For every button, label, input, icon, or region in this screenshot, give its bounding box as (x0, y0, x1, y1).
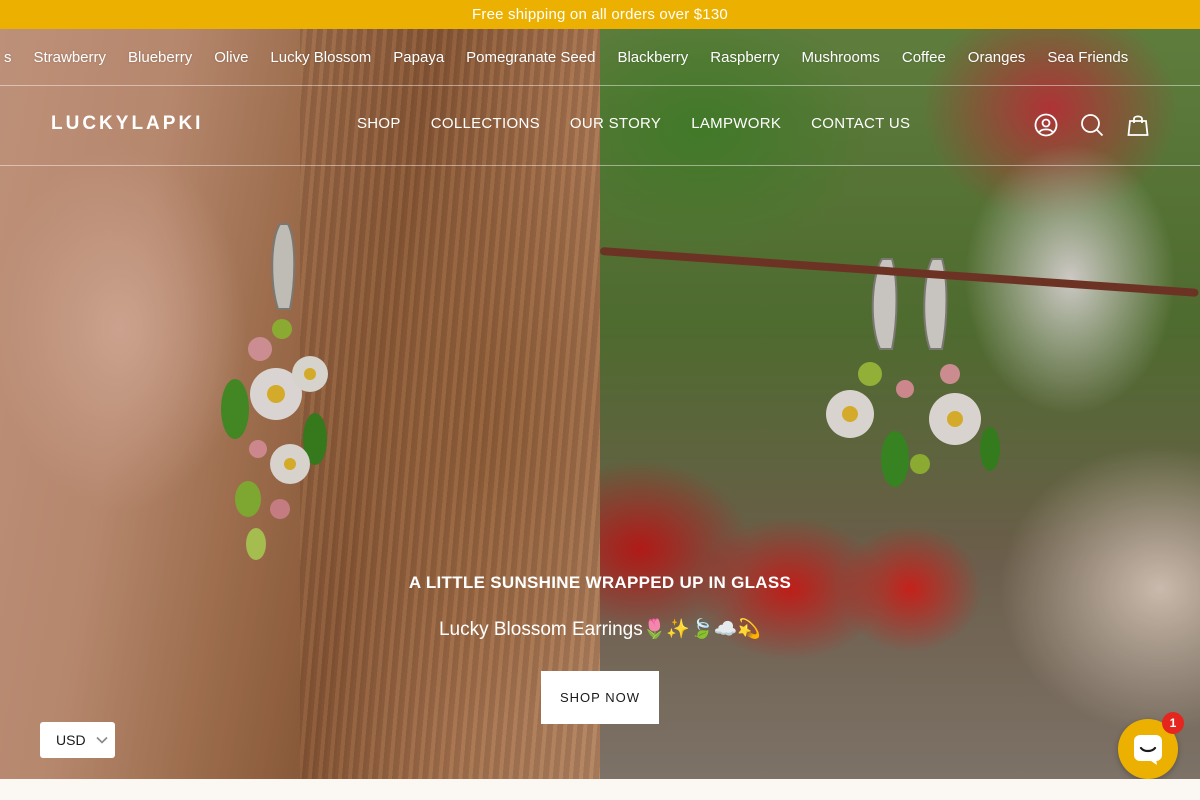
nav-lampwork[interactable]: LAMPWORK (691, 115, 781, 132)
page-section-below (0, 779, 1200, 800)
collection-link-raspberry[interactable]: Raspberry (699, 49, 790, 66)
chat-icon (1134, 735, 1162, 765)
search-icon[interactable] (1080, 113, 1104, 137)
announcement-bar: Free shipping on all orders over $130 (0, 0, 1200, 29)
nav-our-story[interactable]: OUR STORY (570, 115, 661, 132)
hero-kicker: A LITTLE SUNSHINE WRAPPED UP IN GLASS (408, 573, 792, 592)
nav-shop[interactable]: SHOP (357, 115, 401, 132)
hero-content: A LITTLE SUNSHINE WRAPPED UP IN GLASS Lu… (0, 573, 1200, 724)
collection-link-strawberry[interactable]: Strawberry (23, 49, 118, 66)
chevron-down-icon (95, 736, 108, 744)
shop-now-button[interactable]: SHOP NOW (541, 671, 659, 724)
nav-contact-us[interactable]: CONTACT US (811, 115, 910, 132)
collection-link-blackberry[interactable]: Blackberry (606, 49, 699, 66)
nav-collections[interactable]: COLLECTIONS (431, 115, 540, 132)
header-icons (1034, 113, 1150, 137)
collection-link-sea-friends[interactable]: Sea Friends (1036, 49, 1139, 66)
chat-notification-badge: 1 (1162, 712, 1184, 734)
collection-link-mushrooms[interactable]: Mushrooms (791, 49, 891, 66)
cart-icon[interactable] (1126, 113, 1150, 137)
collection-links-bar: s Strawberry Blueberry Olive Lucky Bloss… (0, 29, 1200, 86)
site-header: LUCKYLAPKI SHOP COLLECTIONS OUR STORY LA… (0, 86, 1200, 166)
collection-link-pomegranate-seed[interactable]: Pomegranate Seed (455, 49, 606, 66)
hero-title: Lucky Blossom Earrings🌷✨🍃☁️💫 (438, 619, 762, 640)
announcement-text: Free shipping on all orders over $130 (472, 6, 728, 23)
collection-link-blueberry[interactable]: Blueberry (117, 49, 203, 66)
collection-link-olive[interactable]: Olive (203, 49, 259, 66)
site-logo[interactable]: LUCKYLAPKI (51, 113, 203, 135)
account-icon[interactable] (1034, 113, 1058, 137)
collection-link-coffee[interactable]: Coffee (891, 49, 957, 66)
currency-value: USD (56, 732, 86, 748)
currency-selector[interactable]: USD (40, 722, 115, 758)
collection-link-papaya[interactable]: Papaya (382, 49, 455, 66)
collection-link-partial[interactable]: s (0, 49, 23, 66)
collection-link-oranges[interactable]: Oranges (957, 49, 1037, 66)
collection-link-lucky-blossom[interactable]: Lucky Blossom (259, 49, 382, 66)
main-nav: SHOP COLLECTIONS OUR STORY LAMPWORK CONT… (357, 115, 910, 132)
